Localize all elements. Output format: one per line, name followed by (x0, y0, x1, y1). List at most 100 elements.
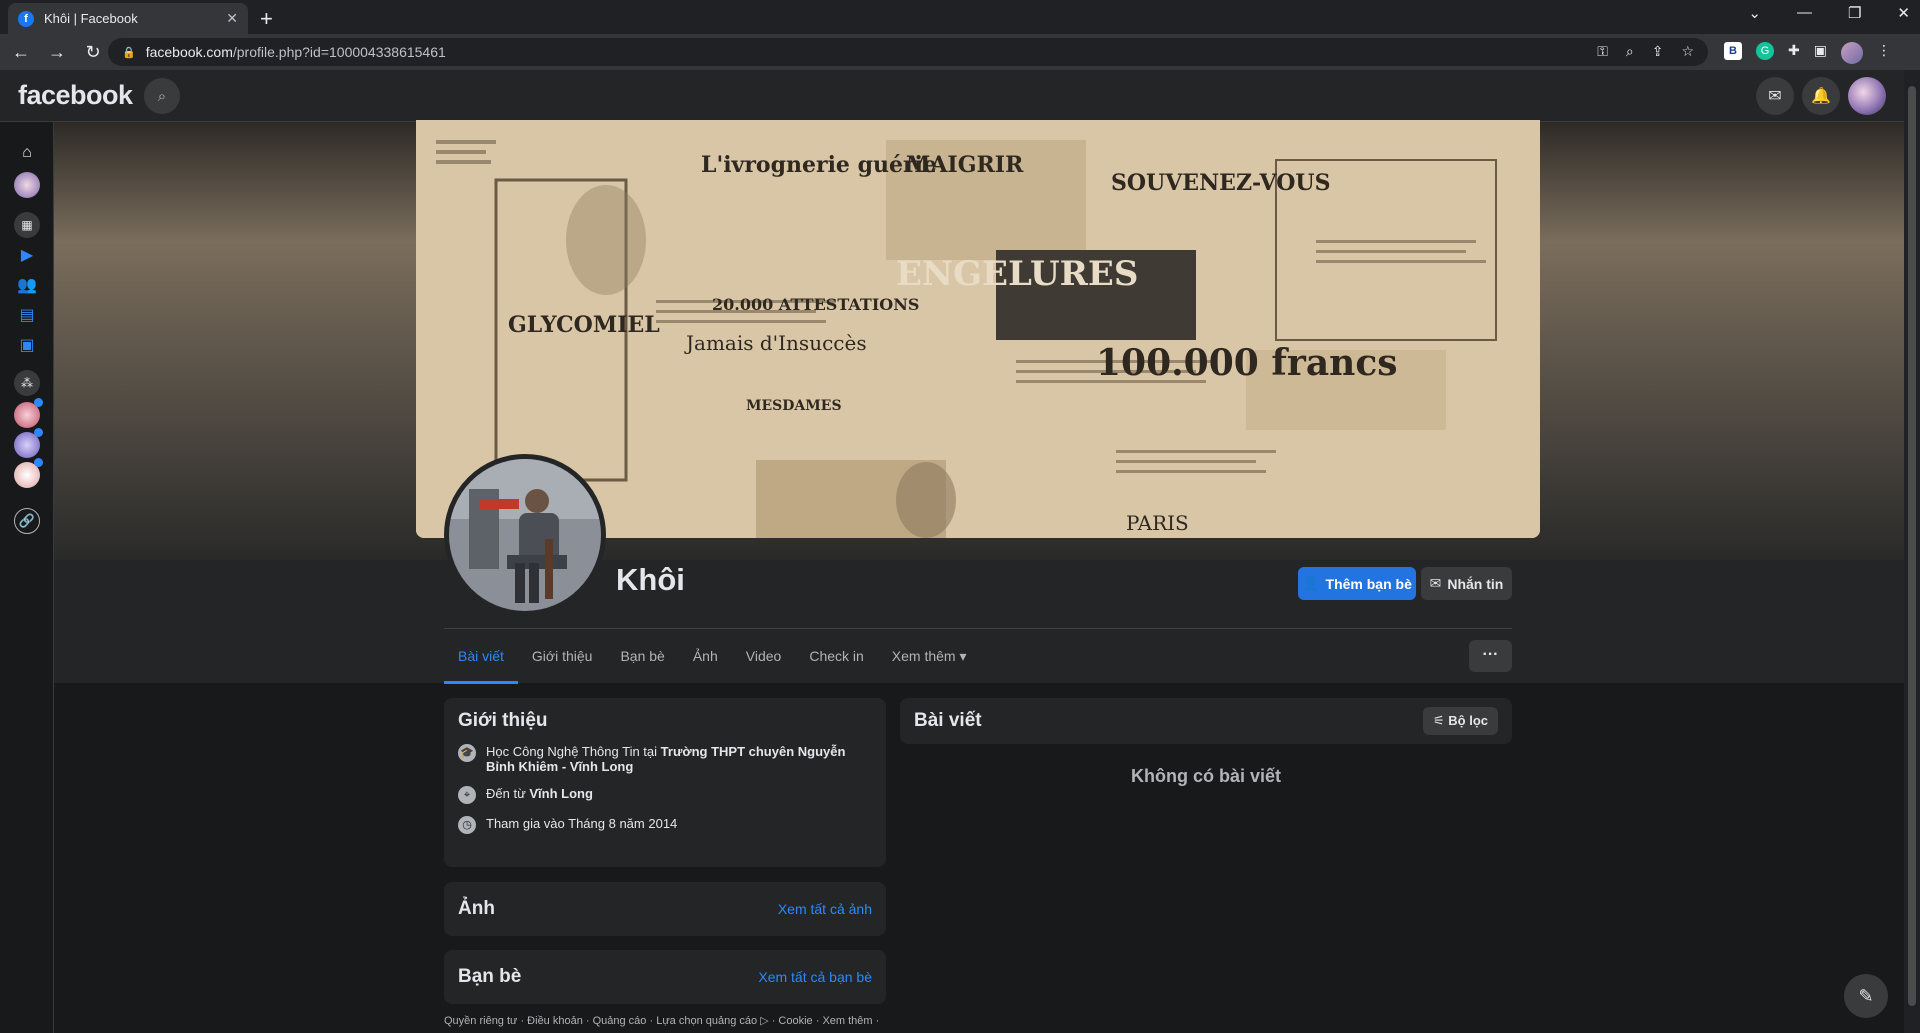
back-arrow-icon[interactable]: ← (6, 42, 36, 63)
facebook-logo[interactable]: facebook (18, 80, 133, 111)
messenger-icon: ✉ (1429, 575, 1442, 591)
message-button[interactable]: ✉ Nhắn tin (1421, 567, 1512, 600)
groups-icon[interactable]: ⁂ (14, 370, 40, 396)
intro-card: Giới thiệu 🎓 Học Công Nghệ Thông Tin tại… (444, 698, 886, 867)
message-label: Nhắn tin (1447, 575, 1504, 592)
omnibox-icons: ⚿ ⌕ ⇪ ☆ (1597, 43, 1694, 60)
watch-icon[interactable]: ▶ (14, 242, 40, 268)
browser-tab[interactable]: f Khôi | Facebook ✕ (8, 3, 248, 34)
profile-picture[interactable] (444, 454, 606, 616)
intro-title: Giới thiệu (458, 710, 548, 731)
friends-card: Bạn bè Xem tất cả bạn bè (444, 950, 886, 1004)
shortcut-1-avatar[interactable] (14, 398, 43, 428)
browser-tab-strip: f Khôi | Facebook ✕ + ⌄ — ❐ ✕ (0, 0, 1920, 34)
footer-links[interactable]: Quyền riêng tư · Điều khoản · Quảng cáo … (444, 1014, 886, 1027)
extension-b-icon[interactable]: B (1724, 42, 1742, 60)
tab-video[interactable]: Video (732, 636, 796, 684)
unread-dot (34, 398, 43, 407)
messenger-icon[interactable]: ✉ (1756, 77, 1794, 115)
tab-close-icon[interactable]: ✕ (226, 10, 238, 27)
tab-posts[interactable]: Bài viết (444, 636, 518, 684)
new-tab-button[interactable]: + (260, 6, 273, 32)
photos-card: Ảnh Xem tất cả ảnh (444, 882, 886, 936)
clock-icon: ◷ (458, 816, 476, 834)
intro-joined-text: Tham gia vào Tháng 8 năm 2014 (486, 816, 678, 831)
intro-from-place[interactable]: Vĩnh Long (529, 786, 593, 801)
tab-checkins[interactable]: Check in (795, 636, 877, 684)
tab-search-icon[interactable]: ⌄ (1748, 4, 1761, 22)
unread-dot (34, 428, 43, 437)
restore-button[interactable]: ❐ (1848, 4, 1861, 22)
page-scrollbar[interactable] (1904, 70, 1920, 1033)
intro-study-row: 🎓 Học Công Nghệ Thông Tin tại Trường THP… (458, 744, 872, 774)
zoom-icon[interactable]: ⌕ (1626, 43, 1634, 60)
close-window-button[interactable]: ✕ (1897, 4, 1910, 22)
cover-text-1: L'ivrognerie guérie (701, 152, 937, 178)
tab-title: Khôi | Facebook (44, 11, 138, 26)
shortcut-3-avatar[interactable] (14, 458, 43, 488)
chrome-profile-avatar[interactable] (1840, 42, 1863, 64)
unread-dot (34, 458, 43, 467)
friends-icon[interactable]: 👥 (14, 272, 40, 298)
intro-study-text: Học Công Nghệ Thông Tin tại Trường THPT … (486, 744, 872, 774)
tab-more[interactable]: Xem thêm ▾ (878, 636, 981, 684)
reload-icon[interactable]: ↻ (78, 42, 108, 63)
cover-photo[interactable]: L'ivrognerie guérie MAIGRIR SOUVENEZ-VOU… (416, 120, 1540, 538)
apps-grid-icon[interactable]: ▦ (14, 212, 40, 238)
forward-arrow-icon[interactable]: → (42, 42, 72, 63)
home-icon[interactable]: ⌂ (14, 140, 40, 166)
marketplace-icon[interactable]: ▤ (14, 302, 40, 328)
cover-text-10: PARIS (1126, 511, 1189, 535)
intro-from-text: Đến từ Vĩnh Long (486, 786, 593, 801)
chrome-menu-icon[interactable]: ⋮ (1877, 42, 1891, 64)
bookmark-star-icon[interactable]: ☆ (1681, 43, 1694, 60)
scrollbar-thumb[interactable] (1908, 86, 1916, 1006)
intro-study-prefix: Học Công Nghệ Thông Tin tại (486, 744, 661, 759)
no-posts-message: Không có bài viết (1130, 766, 1281, 786)
search-icon[interactable]: ⌕ (144, 78, 180, 114)
grammarly-icon[interactable]: G (1756, 42, 1774, 60)
account-avatar[interactable] (1848, 77, 1886, 115)
facebook-header: facebook ⌕ ✉ 🔔 (0, 70, 1904, 122)
cover-text-2: MAIGRIR (906, 152, 1024, 178)
browser-toolbar: ← → ↻ 🔒 facebook.com/profile.php?id=1000… (0, 34, 1920, 70)
location-pin-icon: ⌖ (458, 786, 476, 804)
shortcut-2-avatar[interactable] (14, 428, 43, 458)
minimize-button[interactable]: — (1797, 4, 1812, 22)
share-icon[interactable]: ⇪ (1652, 43, 1664, 60)
add-friend-icon: 👤 (1302, 575, 1320, 591)
see-all-photos-link[interactable]: Xem tất cả ảnh (778, 901, 872, 917)
cover-text-3: SOUVENEZ-VOUS (1111, 170, 1330, 196)
side-panel-icon[interactable]: ▣ (1814, 42, 1827, 64)
tab-photos[interactable]: Ảnh (679, 636, 732, 684)
url-host: facebook.com (145, 44, 233, 60)
see-all-friends-link[interactable]: Xem tất cả bạn bè (758, 969, 872, 985)
lock-icon: 🔒 (122, 46, 136, 59)
cover-text-8: 100.000 francs (1096, 342, 1398, 384)
tab-friends[interactable]: Bạn bè (606, 636, 678, 684)
more-options-button[interactable]: ··· (1469, 640, 1512, 672)
window-controls: ⌄ — ❐ ✕ (1748, 4, 1910, 22)
cover-newspaper-art: L'ivrognerie guérie MAIGRIR SOUVENEZ-VOU… (416, 120, 1540, 538)
profile-shortcut-avatar[interactable] (14, 172, 40, 198)
key-icon[interactable]: ⚿ (1597, 43, 1608, 60)
tab-about[interactable]: Giới thiệu (518, 636, 607, 684)
new-message-compose-icon[interactable]: ✎ (1844, 974, 1888, 1018)
cover-text-9: MESDAMES (746, 398, 842, 414)
header-divider (444, 628, 1512, 629)
extensions-puzzle-icon[interactable]: ✚ (1788, 42, 1800, 64)
profile-tabs: Bài viết Giới thiệu Bạn bè Ảnh Video Che… (444, 636, 981, 684)
gaming-icon[interactable]: ▣ (14, 332, 40, 358)
filter-button[interactable]: ⚟ Bộ lọc (1422, 707, 1498, 735)
cover-text-4: ENGELURES (896, 254, 1138, 294)
link-icon[interactable]: 🔗 (14, 508, 40, 534)
cover-text-6: 20.000 ATTESTATIONS (712, 295, 919, 314)
cover-text-5: GLYCOMIEL (508, 312, 660, 338)
add-friend-button[interactable]: 👤 Thêm bạn bè (1298, 567, 1416, 600)
address-bar[interactable]: 🔒 facebook.com/profile.php?id=1000043386… (108, 38, 1708, 66)
notifications-bell-icon[interactable]: 🔔 (1802, 77, 1840, 115)
cover-text-7: Jamais d'Insuccès (684, 331, 867, 355)
add-friend-label: Thêm bạn bè (1325, 575, 1412, 592)
filter-sliders-icon: ⚟ (1432, 713, 1449, 728)
profile-name: Khôi (616, 562, 685, 597)
